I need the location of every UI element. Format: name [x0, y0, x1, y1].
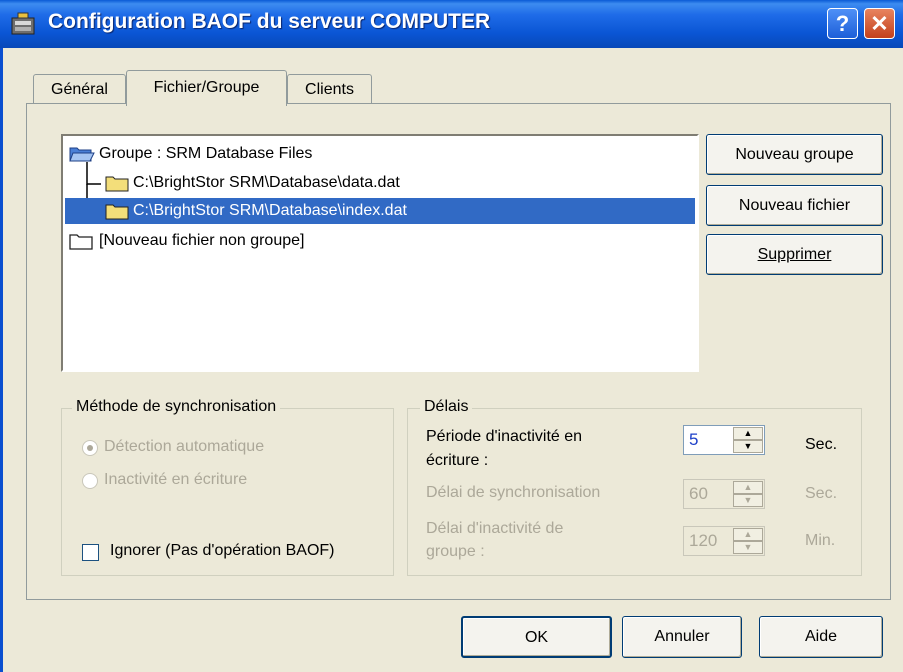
group-inactivity-label-2: groupe :: [426, 543, 485, 560]
tree-item-label: [Nouveau fichier non groupe]: [99, 232, 305, 249]
tree-item-label: C:\BrightStor SRM\Database\index.dat: [133, 202, 407, 219]
tree-item-label: Groupe : SRM Database Files: [99, 145, 313, 162]
ignore-checkbox[interactable]: [82, 544, 99, 561]
spin-down-arrow-icon[interactable]: ▼: [733, 494, 763, 507]
delete-button[interactable]: Supprimer: [706, 234, 883, 275]
sync-delay-label: Délai de synchronisation: [426, 484, 601, 501]
spinner-buttons: ▲ ▼: [733, 481, 763, 507]
write-inactivity-period-label: Période d'inactivité en: [426, 428, 583, 445]
group-title: Méthode de synchronisation: [72, 398, 281, 416]
spinner-value: 120: [689, 531, 718, 550]
group-inactivity-unit: Min.: [805, 532, 836, 549]
write-inactivity-label: Inactivité en écriture: [104, 471, 248, 488]
tree-item-label: C:\BrightStor SRM\Database\data.dat: [133, 174, 400, 191]
tree-item-group[interactable]: Groupe : SRM Database Files: [67, 141, 687, 167]
empty-folder-icon: [69, 234, 93, 250]
folder-icon: [105, 176, 129, 192]
close-button[interactable]: ✕: [864, 8, 895, 39]
server-config-icon: [11, 12, 35, 35]
dialog-window: Configuration BAOF du serveur COMPUTER ?…: [0, 0, 903, 672]
tree-item-data-dat[interactable]: C:\BrightStor SRM\Database\data.dat: [103, 170, 503, 196]
write-inactivity-radio[interactable]: [82, 473, 98, 489]
ignore-label: Ignorer (Pas d'opération BAOF): [110, 542, 335, 559]
write-inactivity-unit: Sec.: [805, 436, 838, 453]
spin-up-arrow-icon[interactable]: ▲: [733, 427, 763, 440]
new-group-button[interactable]: Nouveau groupe: [706, 134, 883, 175]
spinner-buttons: ▲ ▼: [733, 528, 763, 554]
auto-detect-radio[interactable]: [82, 440, 98, 456]
group-inactivity-spinner[interactable]: 120 ▲ ▼: [683, 526, 765, 556]
window-title: Configuration BAOF du serveur COMPUTER: [48, 10, 491, 33]
file-group-tree[interactable]: Groupe : SRM Database Files C:\BrightSto…: [61, 134, 699, 372]
new-file-button[interactable]: Nouveau fichier: [706, 185, 883, 226]
group-inactivity-label: Délai d'inactivité de: [426, 520, 564, 537]
cancel-button[interactable]: Annuler: [622, 616, 742, 658]
spinner-buttons: ▲ ▼: [733, 427, 763, 453]
spin-down-arrow-icon[interactable]: ▼: [733, 541, 763, 554]
title-bar[interactable]: Configuration BAOF du serveur COMPUTER ?…: [0, 0, 903, 48]
spin-up-arrow-icon[interactable]: ▲: [733, 528, 763, 541]
sync-delay-spinner[interactable]: 60 ▲ ▼: [683, 479, 765, 509]
auto-detect-label: Détection automatique: [104, 438, 265, 455]
help-button[interactable]: Aide: [759, 616, 883, 658]
tab-general[interactable]: Général: [33, 74, 126, 104]
window-border: [0, 48, 3, 672]
help-title-button[interactable]: ?: [827, 8, 858, 39]
write-inactivity-spinner[interactable]: 5 ▲ ▼: [683, 425, 765, 455]
spinner-value: 5: [689, 430, 699, 449]
group-title: Délais: [420, 398, 473, 416]
tab-file-group[interactable]: Fichier/Groupe: [126, 70, 287, 106]
spinner-value: 60: [689, 484, 708, 503]
write-inactivity-period-label-2: écriture :: [426, 452, 489, 469]
tree-item-ungrouped[interactable]: [Nouveau fichier non groupe]: [67, 228, 567, 254]
ok-button[interactable]: OK: [461, 616, 612, 658]
sync-delay-unit: Sec.: [805, 485, 838, 502]
spin-up-arrow-icon[interactable]: ▲: [733, 481, 763, 494]
folder-icon: [105, 204, 129, 220]
tree-item-index-dat[interactable]: C:\BrightStor SRM\Database\index.dat: [65, 198, 695, 224]
spin-down-arrow-icon[interactable]: ▼: [733, 440, 763, 453]
open-folder-icon: [69, 147, 95, 162]
tab-clients[interactable]: Clients: [287, 74, 372, 104]
